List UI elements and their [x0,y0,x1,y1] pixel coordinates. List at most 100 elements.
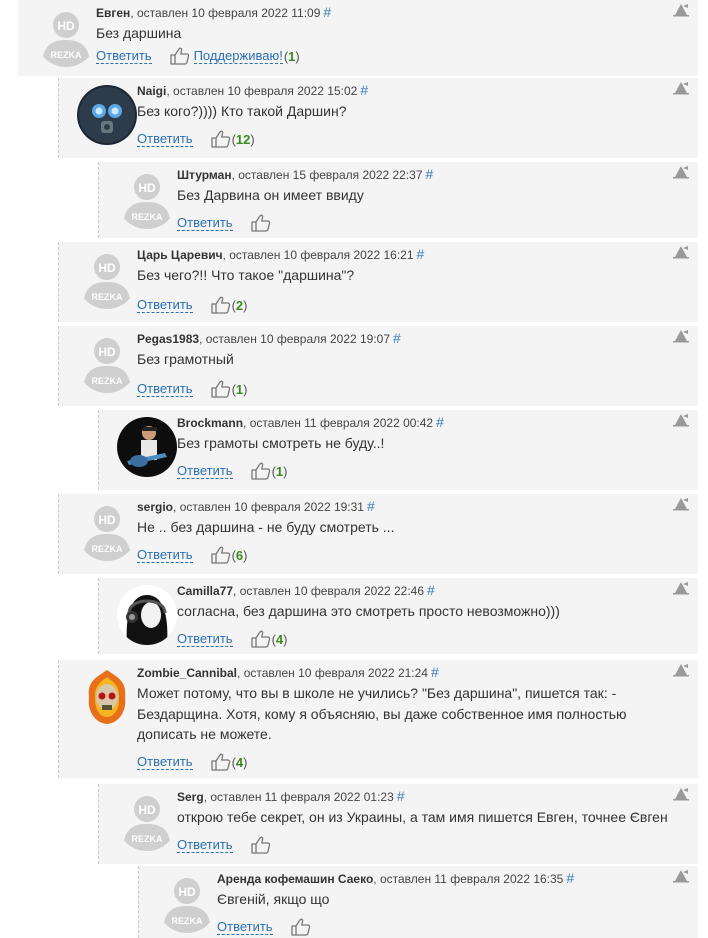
comment-header: Евген, оставлен 10 февраля 2022 11:09 # [96,4,332,20]
reply-button[interactable]: Ответить [177,837,233,853]
comment-header: Serg, оставлен 11 февраля 2022 01:23 # [177,788,405,804]
comment-permalink[interactable]: # [427,582,435,598]
author-name[interactable]: Naigi [137,84,166,98]
like-button[interactable] [210,753,231,771]
reply-button[interactable]: Ответить [177,215,233,231]
author-name[interactable]: Serg [177,790,204,804]
author-name[interactable]: Zombie_Cannibal [137,666,237,680]
avatar[interactable] [117,417,177,477]
comment-text: Без чего?!! Что такое "даршина"? [137,267,355,283]
comment: HD REZKA Евген, оставлен 10 февраля 2022 1… [18,0,698,76]
report-button[interactable] [672,245,690,264]
thumbs-up-icon [290,918,310,936]
posted-date: оставлен 10 февраля 2022 19:07 [205,332,391,346]
comment: HD REZKA Pegas1983, оставлен 10 февраля 20… [58,326,698,406]
like-count: (1) [231,381,248,397]
report-button[interactable] [672,3,690,22]
report-button[interactable] [672,581,690,600]
like-button[interactable] [210,546,231,564]
author-name[interactable]: Pegas1983 [137,332,199,346]
like-button[interactable] [250,462,271,480]
comment: Brockmann, оставлен 11 февраля 2022 00:4… [98,410,698,490]
avatar[interactable]: HD REZKA [157,873,217,933]
comment-permalink[interactable]: # [393,330,401,346]
support-button[interactable]: Поддерживаю! [193,48,283,64]
comment-permalink[interactable]: # [367,498,375,514]
like-button[interactable] [210,380,231,398]
comment-actions: Ответить [177,214,271,232]
avatar[interactable] [77,667,137,727]
comment-actions: Ответить (4) [177,630,288,648]
thumbs-up-icon [210,753,230,771]
report-button[interactable] [672,81,690,100]
thumbs-up-icon [169,47,189,65]
report-flag-icon [673,166,689,179]
like-button[interactable] [250,630,271,648]
author-name[interactable]: Camilla77 [177,584,233,598]
posted-date: оставлен 11 февраля 2022 16:35 [379,872,564,886]
comment-permalink[interactable]: # [397,788,405,804]
comment-text: Без Дарвина он имеет ввиду [177,187,364,203]
report-button[interactable] [672,787,690,806]
reply-button[interactable]: Ответить [177,631,233,647]
comment-text: Без грамоты смотреть не буду..! [177,435,385,451]
comment-permalink[interactable]: # [566,870,574,886]
comment-permalink[interactable]: # [436,414,444,430]
report-button[interactable] [672,663,690,682]
thumbs-up-icon [210,380,230,398]
author-name[interactable]: Царь Царевич [137,248,223,262]
reply-button[interactable]: Ответить [217,919,273,935]
comment-permalink[interactable]: # [431,664,439,680]
author-name[interactable]: Штурман [177,168,232,182]
like-count: (1) [283,48,300,64]
comment: HD REZKA Штурман, оставлен 15 февраля 2022… [98,162,698,238]
like-button[interactable]: Поддерживаю! [169,47,283,65]
report-flag-icon [673,498,689,511]
avatar[interactable]: HD REZKA [77,501,137,561]
posted-date: оставлен 15 февраля 2022 22:37 [238,168,423,182]
hd-rezka-default-icon: HD REZKA [77,333,137,393]
like-button[interactable] [210,130,231,148]
comment-header: Царь Царевич, оставлен 10 февраля 2022 1… [137,246,425,262]
report-flag-icon [673,870,689,883]
author-name[interactable]: sergio [137,500,173,514]
report-button[interactable] [672,329,690,348]
report-button[interactable] [672,497,690,516]
report-button[interactable] [672,165,690,184]
posted-date: оставлен 10 февраля 2022 22:46 [239,584,425,598]
hd-label: HD [98,513,116,527]
reply-button[interactable]: Ответить [137,131,193,147]
comment-permalink[interactable]: # [323,4,331,20]
report-button[interactable] [672,413,690,432]
avatar[interactable]: HD REZKA [36,7,96,67]
avatar[interactable]: HD REZKA [77,333,137,393]
comment-permalink[interactable]: # [426,166,434,182]
avatar[interactable]: HD REZKA [117,169,177,229]
report-button[interactable] [672,869,690,888]
reply-button[interactable]: Ответить [137,547,193,563]
comment-permalink[interactable]: # [417,246,425,262]
author-name[interactable]: Аренда кофемашин Саеко [217,872,373,886]
like-button[interactable] [210,296,231,314]
comment-header: Naigi, оставлен 10 февраля 2022 15:02 # [137,82,369,98]
rezka-label: REZKA [132,834,163,844]
avatar[interactable] [77,85,137,145]
author-name[interactable]: Brockmann [177,416,243,430]
reply-button[interactable]: Ответить [137,381,193,397]
comment-actions: Ответить Поддерживаю! (1) [96,47,300,65]
rezka-label: REZKA [92,292,123,302]
avatar[interactable]: HD REZKA [77,249,137,309]
like-button[interactable] [290,918,311,936]
reply-button[interactable]: Ответить [137,297,193,313]
reply-button[interactable]: Ответить [177,463,233,479]
comment-header: Pegas1983, оставлен 10 февраля 2022 19:0… [137,330,401,346]
like-button[interactable] [250,836,271,854]
reply-button[interactable]: Ответить [96,48,152,64]
avatar[interactable] [117,585,177,645]
reply-button[interactable]: Ответить [137,754,193,770]
comment-permalink[interactable]: # [360,82,368,98]
like-button[interactable] [250,214,271,232]
avatar[interactable]: HD REZKA [117,791,177,851]
thumbs-up-icon [210,546,230,564]
author-name[interactable]: Евген [96,6,130,20]
